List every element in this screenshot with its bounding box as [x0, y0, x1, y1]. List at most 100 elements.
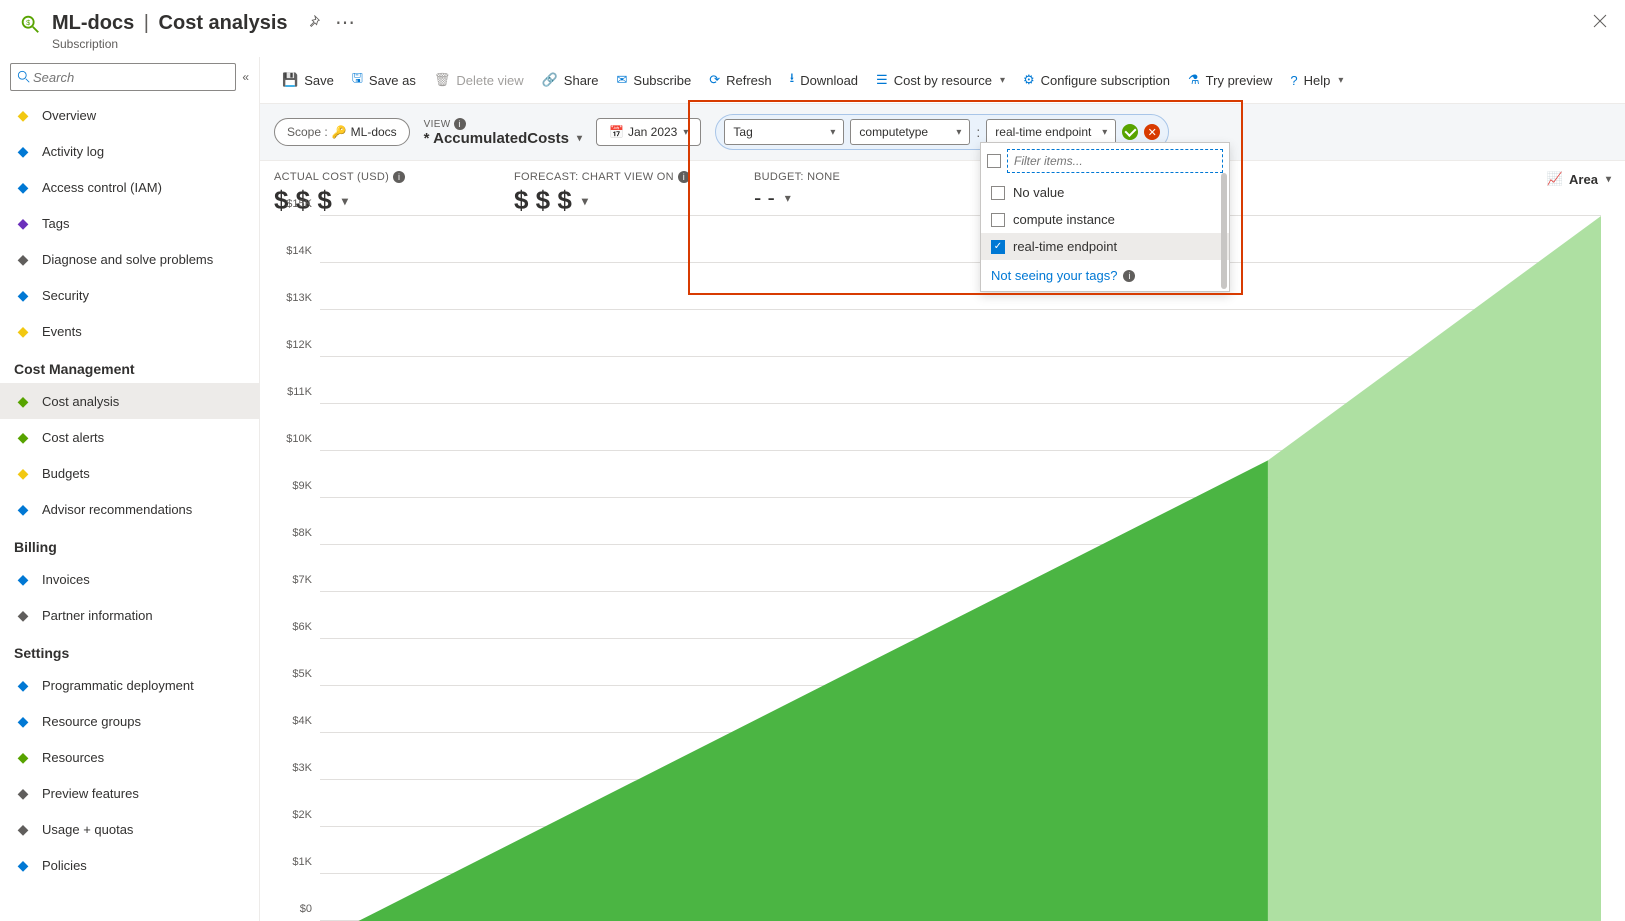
- sidebar-item-invoices[interactable]: ◆Invoices: [0, 561, 259, 597]
- sidebar-item-events[interactable]: ◆Events: [0, 313, 259, 349]
- dropdown-option-compute-instance[interactable]: compute instance: [981, 206, 1229, 233]
- sidebar-item-label: Invoices: [42, 572, 90, 587]
- checkbox[interactable]: ✓: [991, 240, 1005, 254]
- sidebar-item-security[interactable]: ◆Security: [0, 277, 259, 313]
- share-button[interactable]: 🔗Share: [534, 66, 607, 94]
- sidebar-item-label: Resource groups: [42, 714, 141, 729]
- list-icon: ☰: [876, 72, 888, 88]
- refresh-button[interactable]: ⟳Refresh: [701, 66, 779, 94]
- sidebar-group-cost-management: Cost Management: [0, 349, 259, 383]
- filter-remove-icon[interactable]: ✕: [1144, 124, 1160, 140]
- download-icon: ⭳: [790, 69, 795, 91]
- sidebar-item-cost-analysis[interactable]: ◆Cost analysis: [0, 383, 259, 419]
- date-label: Jan 2023: [628, 125, 677, 139]
- filter-colon: :: [976, 124, 980, 140]
- scope-value: ML-docs: [351, 125, 397, 139]
- sidebar-item-label: Access control (IAM): [42, 180, 162, 195]
- chevron-down-icon: ▾: [1102, 127, 1107, 138]
- sidebar-item-tags[interactable]: ◆Tags: [0, 205, 259, 241]
- sidebar-item-resources[interactable]: ◆Resources: [0, 739, 259, 775]
- close-icon[interactable]: [1593, 14, 1607, 31]
- filter-field-select[interactable]: Tag▾: [724, 119, 844, 145]
- sidebar-search[interactable]: [10, 63, 236, 91]
- sidebar-item-label: Budgets: [42, 466, 90, 481]
- search-input[interactable]: [31, 69, 229, 86]
- sidebar-item-activity-log[interactable]: ◆Activity log: [0, 133, 259, 169]
- sidebar-item-label: Partner information: [42, 608, 153, 623]
- resource-name: ML-docs: [52, 12, 134, 34]
- dropdown-scrollbar[interactable]: [1221, 173, 1227, 289]
- collapse-sidebar-icon[interactable]: «: [242, 70, 249, 84]
- sidebar-item-preview-features[interactable]: ◆Preview features: [0, 775, 259, 811]
- y-axis-tick: $12K: [286, 339, 312, 351]
- sidebar-item-budgets[interactable]: ◆Budgets: [0, 455, 259, 491]
- select-all-checkbox[interactable]: [987, 154, 1001, 168]
- filter-key-select[interactable]: computetype▾: [850, 119, 970, 145]
- page-subtitle: Subscription: [52, 37, 1593, 51]
- chevron-down-icon: ▾: [785, 191, 791, 205]
- sidebar-item-resource-groups[interactable]: ◆Resource groups: [0, 703, 259, 739]
- help-button[interactable]: ?Help▾: [1282, 67, 1351, 94]
- metric-actual-label: ACTUAL COST (USD): [274, 171, 389, 183]
- metric-forecast: FORECAST: CHART VIEW ONi $ $ $▾: [514, 171, 694, 216]
- sidebar-item-advisor-recommendations[interactable]: ◆Advisor recommendations: [0, 491, 259, 527]
- download-button[interactable]: ⭳Download: [782, 63, 866, 97]
- tags-help-link[interactable]: Not seeing your tags?i: [981, 260, 1229, 291]
- filter-ok-icon[interactable]: [1122, 124, 1138, 140]
- sidebar-item-access-control-iam-[interactable]: ◆Access control (IAM): [0, 169, 259, 205]
- chevron-down-icon: ▾: [1338, 75, 1343, 86]
- info-icon: i: [678, 171, 690, 183]
- date-range-pill[interactable]: 📅 Jan 2023 ▾: [596, 118, 701, 146]
- sidebar-group-billing: Billing: [0, 527, 259, 561]
- y-axis-tick: $11K: [287, 386, 312, 398]
- cost-by-resource-button[interactable]: ☰Cost by resource▾: [868, 66, 1013, 94]
- delete-icon: 🗑: [434, 72, 451, 88]
- chart-container: $0$1K$2K$3K$4K$5K$6K$7K$8K$9K$10K$11K$12…: [260, 216, 1611, 921]
- flask-icon: ⚗: [1188, 72, 1200, 88]
- y-axis-tick: $10K: [286, 433, 312, 445]
- view-selector[interactable]: VIEW i * AccumulatedCosts▾: [424, 118, 582, 147]
- sidebar-item-usage-quotas[interactable]: ◆Usage + quotas: [0, 811, 259, 847]
- pin-icon[interactable]: [307, 16, 325, 32]
- dropdown-option-no-value[interactable]: No value: [981, 179, 1229, 206]
- sidebar-item-partner-information[interactable]: ◆Partner information: [0, 597, 259, 633]
- title-sep: |: [144, 12, 149, 34]
- sidebar-item-label: Events: [42, 324, 82, 339]
- save-button[interactable]: 💾Save: [274, 66, 342, 94]
- page-header: $ ML-docs | Cost analysis ⋯ Subscription: [0, 0, 1625, 57]
- sidebar-item-policies[interactable]: ◆Policies: [0, 847, 259, 883]
- chevron-down-icon: ▾: [1606, 174, 1611, 185]
- sidebar-item-programmatic-deployment[interactable]: ◆Programmatic deployment: [0, 667, 259, 703]
- chevron-down-icon: ▾: [577, 133, 582, 144]
- checkbox[interactable]: [991, 213, 1005, 227]
- y-axis-tick: $4K: [292, 715, 312, 727]
- filter-items-input[interactable]: [1007, 149, 1223, 173]
- sidebar-item-diagnose-and-solve-problems[interactable]: ◆Diagnose and solve problems: [0, 241, 259, 277]
- option-label: real-time endpoint: [1013, 239, 1117, 254]
- chart-type-select[interactable]: 📈 Area ▾: [1547, 171, 1611, 187]
- y-axis-tick: $2K: [292, 809, 312, 821]
- scope-label: Scope :: [287, 125, 328, 139]
- sidebar-item-overview[interactable]: ◆Overview: [0, 97, 259, 133]
- sidebar-item-label: Cost alerts: [42, 430, 104, 445]
- page-name: Cost analysis: [159, 12, 288, 34]
- chevron-down-icon: ▾: [830, 127, 835, 138]
- metric-budget-value[interactable]: - -▾: [754, 185, 934, 211]
- configure-subscription-button[interactable]: ⚙Configure subscription: [1015, 66, 1178, 94]
- subscribe-button[interactable]: ✉Subscribe: [609, 66, 700, 94]
- y-axis-tick: $14K: [286, 245, 312, 257]
- sidebar-item-label: Cost analysis: [42, 394, 119, 409]
- chevron-down-icon: ▾: [1000, 75, 1005, 86]
- save-as-button[interactable]: 🖫Save as: [344, 63, 424, 97]
- try-preview-button[interactable]: ⚗Try preview: [1180, 66, 1280, 94]
- more-icon[interactable]: ⋯: [335, 12, 355, 34]
- sidebar-item-cost-alerts[interactable]: ◆Cost alerts: [0, 419, 259, 455]
- scope-pill[interactable]: Scope : 🔑 ML-docs: [274, 118, 410, 146]
- dropdown-option-real-time-endpoint[interactable]: ✓ real-time endpoint: [981, 233, 1229, 260]
- cost-area-chart[interactable]: $0$1K$2K$3K$4K$5K$6K$7K$8K$9K$10K$11K$12…: [320, 216, 1601, 921]
- y-axis-tick: $6K: [292, 621, 312, 633]
- filter-bar: Scope : 🔑 ML-docs VIEW i * AccumulatedCo…: [260, 104, 1625, 161]
- y-axis-tick: $8K: [292, 527, 312, 539]
- checkbox[interactable]: [991, 186, 1005, 200]
- metric-forecast-value[interactable]: $ $ $▾: [514, 185, 694, 216]
